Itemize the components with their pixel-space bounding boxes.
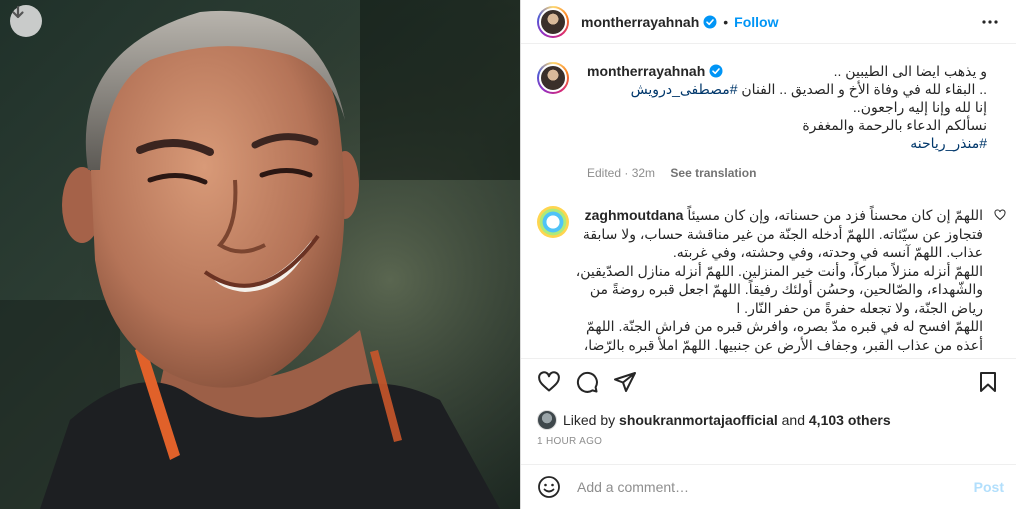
edited-time: Edited · 32m	[587, 166, 656, 180]
download-arrow-icon	[12, 5, 24, 19]
emoji-smile-icon[interactable]	[537, 475, 561, 499]
verified-badge-icon	[709, 64, 723, 78]
likes-others-link[interactable]: 4,103 others	[809, 412, 891, 428]
hashtag-link[interactable]: #مصطفى_درويش	[631, 81, 738, 97]
comment-line: اللهمّ إن كان محسناً فزد من حسناته، وإن …	[584, 207, 983, 223]
comment-bubble-icon[interactable]	[575, 370, 599, 394]
comment-line: والشّهداء، والصّالحين، وحسُن أولئك رفيقا…	[589, 281, 983, 297]
comment-line: فتجاوز عن سيّئاته. اللهمّ أدخله الجنّة م…	[582, 225, 983, 242]
liker-username[interactable]: shoukranmortajaofficial	[619, 412, 778, 428]
likes-prefix: Liked by	[563, 412, 616, 428]
verified-badge-icon	[703, 15, 717, 29]
post-side-panel: montherrayahnah • Follow montherrayahnah	[520, 0, 1016, 509]
avatar[interactable]	[537, 62, 569, 94]
separator-dot: •	[723, 13, 729, 30]
post-caption: montherrayahnah و يذهب ايضا الى الطيبين …	[521, 44, 1016, 182]
caption-line: .. البقاء لله في وفاة الأخ و الصديق .. ا…	[630, 81, 987, 97]
portrait-image	[0, 0, 520, 509]
comment-line: أعذه من عذاب القبر، وجفاف الأرض عن جنبيه…	[583, 336, 983, 353]
likes-summary: Liked by shoukranmortajaofficial and 4,1…	[537, 410, 891, 430]
heart-icon[interactable]	[537, 370, 561, 394]
likes-and: and	[781, 412, 805, 428]
caption-meta: Edited · 32m See translation	[587, 164, 987, 182]
caption-line: #منذر_رياحنه	[587, 134, 987, 152]
add-comment-bar: Post	[521, 464, 1016, 509]
comment-username[interactable]: zaghmoutdana	[585, 207, 684, 223]
paper-plane-icon[interactable]	[613, 370, 637, 394]
post-timestamp[interactable]: 1 HOUR AGO	[537, 436, 602, 447]
comment-line: اللهمّ افسح له في قبره مدّ بصره، وافرش ق…	[586, 318, 983, 334]
caption-line: نسألكم الدعاء بالرحمة والمغفرة	[802, 117, 987, 133]
caption-line: و يذهب ايضا الى الطيبين ..	[833, 63, 987, 79]
post-comment-button[interactable]: Post	[974, 479, 1004, 495]
see-translation-link[interactable]: See translation	[670, 166, 756, 180]
comment-input[interactable]	[577, 479, 974, 495]
caption-text: .. البقاء لله في وفاة الأخ و الصديق .. ا…	[587, 80, 987, 152]
download-button[interactable]	[10, 5, 42, 37]
comment-item: اللهمّ إن كان محسناً فزد من حسناته، وإن …	[521, 182, 1016, 354]
post-actions-bar	[521, 358, 1016, 404]
comment-like-heart-icon[interactable]	[994, 208, 1006, 226]
post-modal: montherrayahnah • Follow montherrayahnah	[0, 0, 1016, 509]
follow-button[interactable]: Follow	[734, 14, 778, 30]
commenter-avatar[interactable]	[537, 206, 569, 238]
caption-line: إنا لله وإنا إليه راجعون..	[852, 99, 987, 115]
liker-avatar[interactable]	[537, 410, 557, 430]
more-options-icon[interactable]	[978, 10, 1002, 34]
post-header: montherrayahnah • Follow	[521, 0, 1016, 44]
comment-line: اللهمّ أنزله منزلاً مباركاً، وأنت خير ال…	[575, 262, 983, 279]
avatar[interactable]	[537, 5, 569, 38]
caption-username[interactable]: montherrayahnah	[587, 62, 705, 80]
bookmark-icon[interactable]	[976, 370, 1000, 394]
comments-scroll-area[interactable]: montherrayahnah و يذهب ايضا الى الطيبين …	[521, 44, 1016, 358]
comment-line: رياض الجنّة، ولا تجعله حفرةً من حفر النّ…	[736, 299, 983, 316]
post-photo[interactable]	[0, 0, 520, 509]
comment-text: اللهمّ إن كان محسناً فزد من حسناته، وإن …	[575, 206, 983, 354]
comment-line: عذاب. اللهمّ آنسه في وحدته، وفي وحشته، و…	[672, 244, 983, 260]
hashtag-link[interactable]: #منذر_رياحنه	[910, 135, 987, 151]
header-username[interactable]: montherrayahnah	[581, 14, 699, 30]
